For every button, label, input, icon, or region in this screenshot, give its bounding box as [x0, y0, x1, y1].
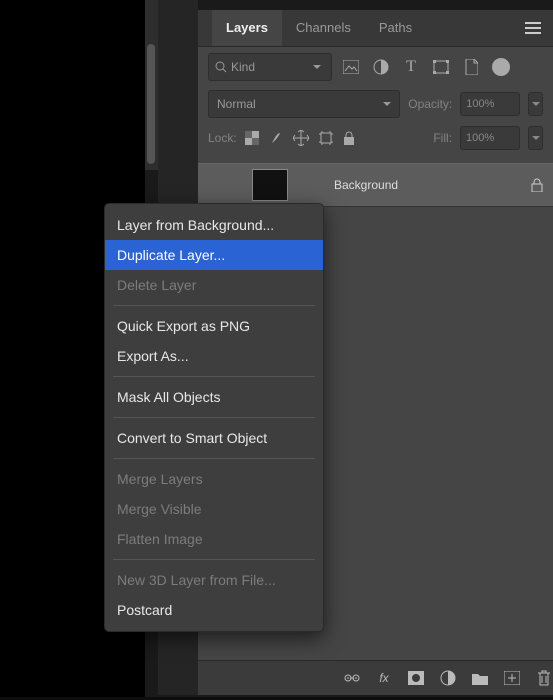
lock-transparency-icon[interactable]	[245, 131, 259, 145]
lock-all-icon[interactable]	[343, 131, 355, 145]
fill-input[interactable]: 100%	[460, 126, 520, 150]
layer-context-menu: Layer from Background...Duplicate Layer.…	[104, 203, 324, 632]
tab-paths[interactable]: Paths	[365, 10, 426, 46]
lock-label: Lock:	[208, 131, 237, 145]
fill-label: Fill:	[433, 131, 452, 145]
search-icon	[215, 61, 227, 73]
filter-kind-select[interactable]: Kind	[208, 53, 332, 81]
shape-icon[interactable]	[432, 58, 450, 76]
layer-thumbnail[interactable]	[252, 169, 288, 201]
menu-separator	[113, 417, 315, 418]
layer-filter-row: Kind T	[198, 47, 553, 87]
menu-item-new-3d-layer-from-file: New 3D Layer from File...	[105, 565, 323, 595]
chevron-down-icon	[383, 102, 391, 107]
menu-item-merge-layers: Merge Layers	[105, 464, 323, 494]
menu-item-flatten-image: Flatten Image	[105, 524, 323, 554]
opacity-input[interactable]: 100%	[460, 92, 520, 116]
lock-artboard-icon[interactable]	[319, 131, 333, 145]
layer-row-background[interactable]: Background	[198, 163, 553, 207]
panel-bottom-bar: fx	[198, 660, 553, 695]
menu-separator	[113, 376, 315, 377]
menu-item-duplicate-layer[interactable]: Duplicate Layer...	[105, 240, 323, 270]
panel-menu-icon[interactable]	[525, 22, 541, 34]
chevron-down-icon	[313, 65, 325, 70]
opacity-label: Opacity:	[408, 97, 452, 111]
menu-separator	[113, 458, 315, 459]
menu-item-mask-all-objects[interactable]: Mask All Objects	[105, 382, 323, 412]
lock-position-icon[interactable]	[293, 130, 309, 146]
menu-item-delete-layer: Delete Layer	[105, 270, 323, 300]
blend-mode-row: Normal Opacity: 100%	[198, 87, 553, 121]
menu-item-postcard[interactable]: Postcard	[105, 595, 323, 625]
adjustment-icon[interactable]	[372, 58, 390, 76]
blend-mode-value: Normal	[217, 97, 256, 111]
adjustment-layer-icon[interactable]	[439, 669, 457, 687]
menu-item-layer-from-background[interactable]: Layer from Background...	[105, 210, 323, 240]
scrollbar-thumb[interactable]	[147, 44, 155, 164]
smartobject-icon[interactable]	[462, 58, 480, 76]
new-layer-icon[interactable]	[503, 669, 521, 687]
image-icon[interactable]	[342, 58, 360, 76]
vertical-scrollbar[interactable]	[145, 0, 158, 170]
menu-item-convert-to-smart-object[interactable]: Convert to Smart Object	[105, 423, 323, 453]
tab-channels[interactable]: Channels	[282, 10, 365, 46]
layer-name[interactable]: Background	[298, 178, 398, 192]
menu-item-quick-export-as-png[interactable]: Quick Export as PNG	[105, 311, 323, 341]
blend-mode-select[interactable]: Normal	[208, 90, 400, 118]
lock-row: Lock: Fill: 100%	[198, 121, 553, 155]
panel-tab-bar: Layers Channels Paths	[198, 10, 553, 47]
menu-item-merge-visible: Merge Visible	[105, 494, 323, 524]
mask-icon[interactable]	[407, 669, 425, 687]
type-icon[interactable]: T	[402, 58, 420, 76]
group-icon[interactable]	[471, 669, 489, 687]
filter-kind-label: Kind	[231, 60, 255, 74]
link-icon[interactable]	[343, 669, 361, 687]
fx-icon[interactable]: fx	[375, 669, 393, 687]
menu-separator	[113, 559, 315, 560]
lock-icon[interactable]	[531, 178, 543, 192]
trash-icon[interactable]	[535, 669, 553, 687]
menu-separator	[113, 305, 315, 306]
fill-slider-handle[interactable]	[528, 126, 543, 150]
tab-layers[interactable]: Layers	[212, 10, 282, 46]
filter-toggle-icon[interactable]	[492, 58, 510, 76]
menu-item-export-as[interactable]: Export As...	[105, 341, 323, 371]
lock-pixels-icon[interactable]	[269, 131, 283, 145]
opacity-slider-handle[interactable]	[528, 92, 543, 116]
